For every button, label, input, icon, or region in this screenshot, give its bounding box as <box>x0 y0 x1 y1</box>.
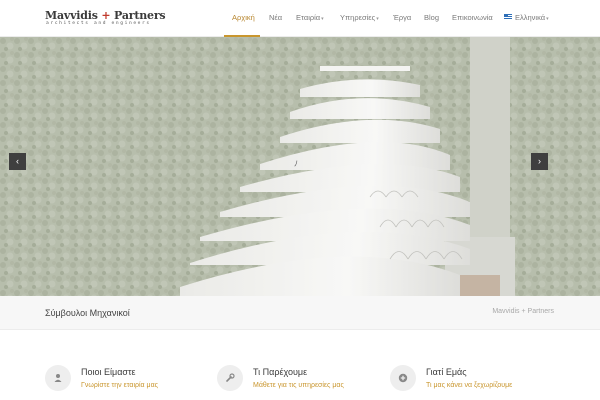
logo-subtitle: architects and engineers <box>46 21 151 26</box>
user-icon <box>45 365 71 391</box>
wrench-icon <box>217 365 243 391</box>
feature-why-us: Γιατί Εμάς Τι μας κάνει να ξεχωρίζουμε <box>390 365 550 400</box>
logo[interactable]: Mavvidis + Partners architects and engin… <box>45 9 170 27</box>
nav-label: Ελληνικά <box>515 13 546 22</box>
nav-item-language[interactable]: Ελληνικά▾ <box>504 13 549 22</box>
feature-title: Γιατί Εμάς <box>426 367 467 377</box>
nav-item-services[interactable]: Υπηρεσίες▾ <box>340 13 379 22</box>
breadcrumb[interactable]: Mavvidis + Partners <box>492 308 554 315</box>
hero-image <box>0 37 600 296</box>
feature-title: Ποιοι Είμαστε <box>81 367 136 377</box>
nav-item-projects[interactable]: Έργα <box>393 13 411 22</box>
page-title-bar: Σύμβουλοι Μηχανικοί Mavvidis + Partners <box>0 296 600 330</box>
nav-label: Εταιρία <box>296 13 321 22</box>
nav-item-blog[interactable]: Blog <box>424 13 439 22</box>
feature-link[interactable]: Γνωρίστε την εταιρία μας <box>81 382 158 389</box>
greek-flag-icon <box>504 14 512 20</box>
hero-slider: ‹ › ﾉ <box>0 37 600 296</box>
plus-circle-icon <box>390 365 416 391</box>
page: Mavvidis + Partners architects and engin… <box>0 0 600 400</box>
chevron-down-icon: ▾ <box>546 16 549 22</box>
nav-label: Υπηρεσίες <box>340 13 376 22</box>
chevron-down-icon: ▾ <box>321 16 324 22</box>
nav-label: Αρχική <box>232 13 255 22</box>
feature-link[interactable]: Τι μας κάνει να ξεχωρίζουμε <box>426 382 512 389</box>
nav-item-news[interactable]: Νέα <box>269 13 282 22</box>
slider-prev-button[interactable]: ‹ <box>9 153 26 170</box>
nav-label: Επικοινωνία <box>452 13 493 22</box>
chevron-down-icon: ▾ <box>376 16 379 22</box>
nav-label: Νέα <box>269 13 283 22</box>
nav-item-company[interactable]: Εταιρία▾ <box>296 13 324 22</box>
nav-label: Blog <box>424 13 440 22</box>
feature-what-we-offer: Τι Παρέχουμε Μάθετε για τις υπηρεσίες μα… <box>217 365 377 400</box>
nav-label: Έργα <box>393 13 412 22</box>
site-header: Mavvidis + Partners architects and engin… <box>0 0 600 37</box>
feature-who-we-are: Ποιοι Είμαστε Γνωρίστε την εταιρία μας <box>45 365 205 400</box>
feature-link[interactable]: Μάθετε για τις υπηρεσίες μας <box>253 382 344 389</box>
feature-title: Τι Παρέχουμε <box>253 367 308 377</box>
nav-item-contact[interactable]: Επικοινωνία <box>452 13 493 22</box>
loading-icon: ﾉ <box>294 159 298 168</box>
nav-item-home[interactable]: Αρχική <box>232 13 255 22</box>
slider-next-button[interactable]: › <box>531 153 548 170</box>
page-title: Σύμβουλοι Μηχανικοί <box>45 308 130 318</box>
